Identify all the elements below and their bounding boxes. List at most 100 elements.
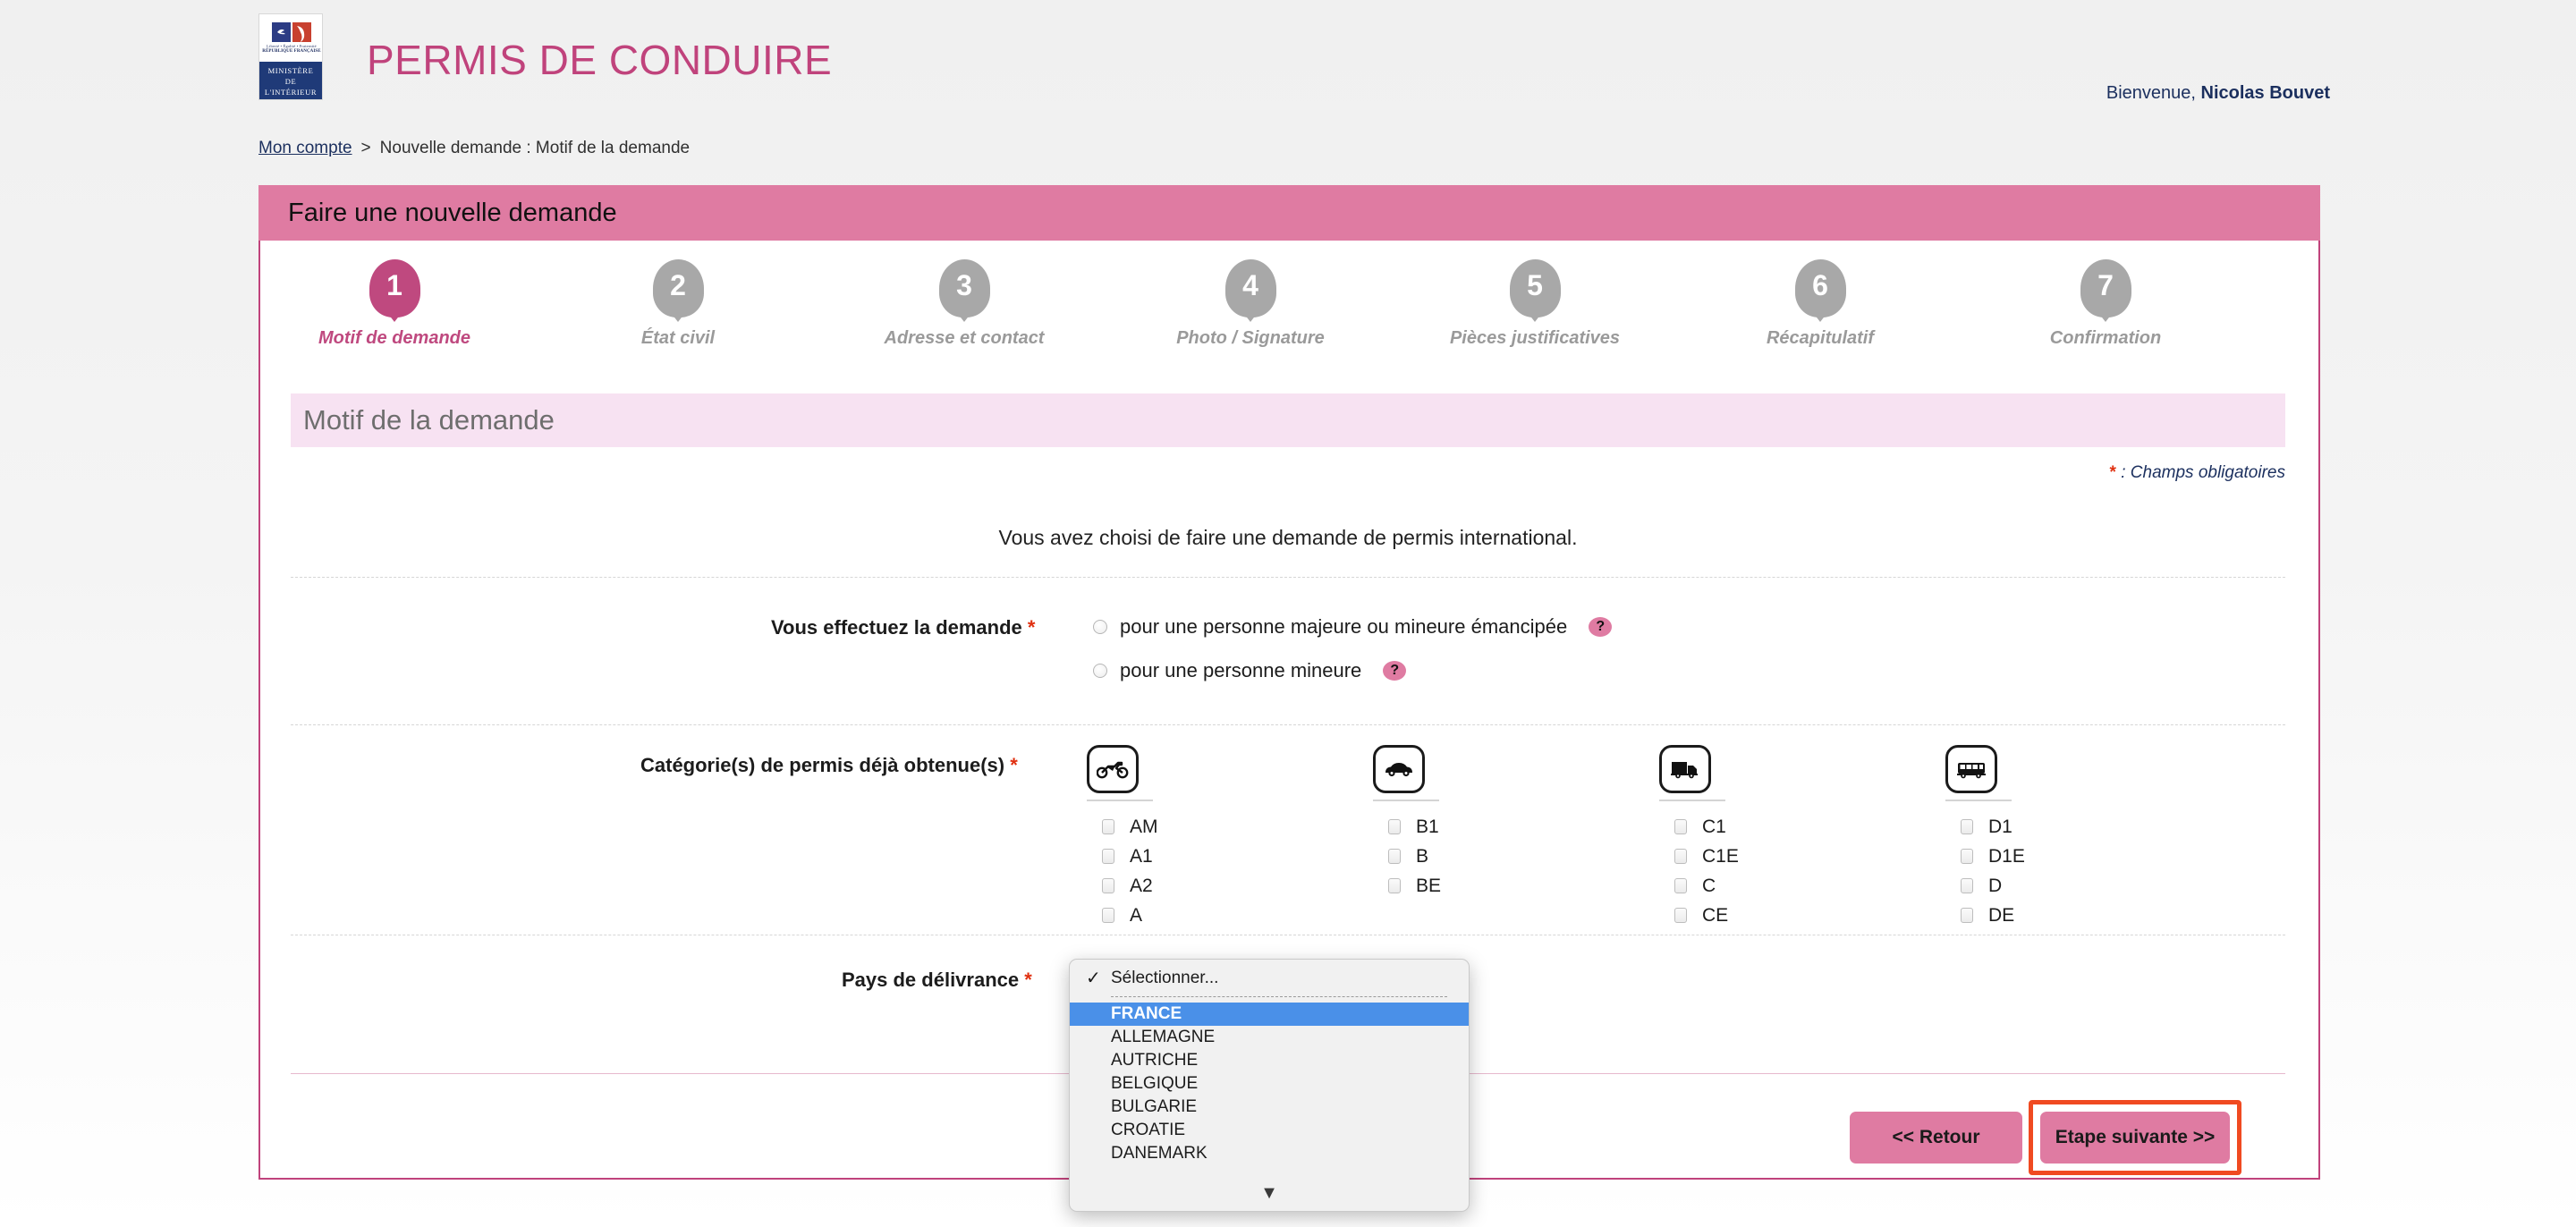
section-title: Motif de la demande xyxy=(291,393,2285,447)
car-icon-glyph xyxy=(1385,763,1412,777)
logo-ministry-line3: L'INTÉRIEUR xyxy=(264,88,318,97)
checkbox-label-d1e: D1E xyxy=(1988,845,2025,867)
checkbox-label-be: BE xyxy=(1416,875,1442,896)
checkbox-label-c1e: C1E xyxy=(1702,845,1739,867)
option-allemagne[interactable]: ALLEMAGNE xyxy=(1070,1026,1469,1049)
categories-required-star: * xyxy=(1010,754,1018,776)
option-bulgarie[interactable]: BULGARIE xyxy=(1070,1096,1469,1119)
checkbox-row-b[interactable]: B xyxy=(1373,842,1597,871)
checkbox-row-b1[interactable]: B1 xyxy=(1373,812,1597,842)
step-1[interactable]: 1 Motif de demande xyxy=(260,259,529,349)
checkbox-label-c: C xyxy=(1702,875,1716,896)
divider-1 xyxy=(291,577,2285,578)
checkbox-label-ce: CE xyxy=(1702,904,1729,926)
checkbox-c[interactable] xyxy=(1674,878,1687,893)
pays-label-text: Pays de délivrance xyxy=(842,969,1020,991)
radio-mineure-input[interactable] xyxy=(1093,664,1107,678)
checkbox-d[interactable] xyxy=(1961,878,1973,893)
logo-motto-text: Liberté • Égalité • Fraternité xyxy=(267,44,317,48)
help-icon-mineure[interactable]: ? xyxy=(1383,661,1407,681)
step-2-label: État civil xyxy=(640,328,716,348)
checkbox-c1[interactable] xyxy=(1674,819,1687,834)
categories-label: Catégorie(s) de permis déjà obtenue(s) * xyxy=(640,754,1018,777)
step-6[interactable]: 6 Récapitulatif xyxy=(1686,259,1954,349)
checkbox-c1e[interactable] xyxy=(1674,849,1687,864)
checkbox-a[interactable] xyxy=(1102,908,1114,923)
checkbox-label-am: AM xyxy=(1130,816,1158,837)
checkbox-ce[interactable] xyxy=(1674,908,1687,923)
checkbox-row-a1[interactable]: A1 xyxy=(1087,842,1310,871)
checkbox-b1[interactable] xyxy=(1388,819,1401,834)
step-3-number: 3 xyxy=(938,259,990,317)
site-header: Liberté • Égalité • Fraternité RÉPUBLIQU… xyxy=(0,0,2576,136)
step-2-number: 2 xyxy=(652,259,704,317)
step-4[interactable]: 4 Photo / Signature xyxy=(1116,259,1385,349)
logo-republic-text: RÉPUBLIQUE FRANÇAISE xyxy=(262,49,321,54)
checkbox-a2[interactable] xyxy=(1102,878,1114,893)
step-5[interactable]: 5 Pièces justificatives xyxy=(1401,259,1669,349)
checkbox-row-am[interactable]: AM xyxy=(1087,812,1310,842)
option-belgique[interactable]: BELGIQUE xyxy=(1070,1072,1469,1096)
option-placeholder[interactable]: ✓ Sélectionner... xyxy=(1070,967,1469,990)
checkbox-row-a2[interactable]: A2 xyxy=(1087,871,1310,901)
back-button[interactable]: << Retour xyxy=(1850,1112,2022,1164)
step-7-number: 7 xyxy=(2080,259,2131,317)
step-indicator: 1 Motif de demande 2 État civil 3 Adress… xyxy=(260,259,2318,367)
demande-required-star: * xyxy=(1027,616,1036,639)
demande-question-text: Vous effectuez la demande xyxy=(771,616,1022,639)
checkbox-row-de[interactable]: DE xyxy=(1945,901,2169,930)
step-5-number: 5 xyxy=(1509,259,1561,317)
step-5-label: Pièces justificatives xyxy=(1449,328,1621,348)
motorcycle-icon-glyph xyxy=(1097,761,1129,779)
checkbox-row-a[interactable]: A xyxy=(1087,901,1310,930)
breadcrumb-link-mon-compte[interactable]: Mon compte xyxy=(258,139,352,157)
required-star: * xyxy=(2109,463,2116,482)
checkbox-row-d1[interactable]: D1 xyxy=(1945,812,2169,842)
option-autriche[interactable]: AUTRICHE xyxy=(1070,1049,1469,1072)
checkbox-row-c1[interactable]: C1 xyxy=(1659,812,1883,842)
checkbox-row-ce[interactable]: CE xyxy=(1659,901,1883,930)
checkbox-be[interactable] xyxy=(1388,878,1401,893)
step-3[interactable]: 3 Adresse et contact xyxy=(830,259,1098,349)
required-fields-note: * : Champs obligatoires xyxy=(2110,463,2285,483)
checkbox-label-b: B xyxy=(1416,845,1429,867)
checkbox-row-c[interactable]: C xyxy=(1659,871,1883,901)
checkbox-label-a1: A1 xyxy=(1130,845,1153,867)
checkbox-row-d1e[interactable]: D1E xyxy=(1945,842,2169,871)
checkbox-row-c1e[interactable]: C1E xyxy=(1659,842,1883,871)
checkbox-row-d[interactable]: D xyxy=(1945,871,2169,901)
option-france[interactable]: FRANCE xyxy=(1070,1003,1469,1026)
pays-select-dropdown[interactable]: ✓ Sélectionner... FRANCE ALLEMAGNE AUTRIC… xyxy=(1069,959,1470,1212)
step-2[interactable]: 2 État civil xyxy=(544,259,812,349)
option-placeholder-label: Sélectionner... xyxy=(1111,969,1219,987)
radio-option-mineure[interactable]: pour une personne mineure? xyxy=(1093,659,1407,682)
checkbox-de[interactable] xyxy=(1961,908,1973,923)
checkbox-row-be[interactable]: BE xyxy=(1373,871,1597,901)
step-3-label: Adresse et contact xyxy=(884,328,1045,348)
breadcrumb: Mon compte > Nouvelle demande : Motif de l… xyxy=(258,139,690,158)
radio-option-majeure[interactable]: pour une personne majeure ou mineure éma… xyxy=(1093,615,1613,639)
checkbox-d1e[interactable] xyxy=(1961,849,1973,864)
checkbox-label-c1: C1 xyxy=(1702,816,1726,837)
welcome-username: Nicolas Bouvet xyxy=(2200,83,2330,103)
checkbox-label-a: A xyxy=(1130,904,1143,926)
checkbox-d1[interactable] xyxy=(1961,819,1973,834)
motorcycle-icon xyxy=(1087,745,1139,793)
checkbox-b[interactable] xyxy=(1388,849,1401,864)
help-icon-majeure[interactable]: ? xyxy=(1589,617,1613,637)
category-group-voiture: B1 B BE xyxy=(1373,745,1597,901)
step-7[interactable]: 7 Confirmation xyxy=(1971,259,2240,349)
option-croatie[interactable]: CROATIE xyxy=(1070,1119,1469,1142)
checkbox-a1[interactable] xyxy=(1102,849,1114,864)
next-step-button[interactable]: Etape suivante >> xyxy=(2040,1112,2230,1164)
radio-majeure-input[interactable] xyxy=(1093,620,1107,634)
radio-majeure-label: pour une personne majeure ou mineure éma… xyxy=(1120,615,1568,638)
checkbox-am[interactable] xyxy=(1102,819,1114,834)
logo-motto: Liberté • Égalité • Fraternité RÉPUBLIQU… xyxy=(259,44,322,55)
intro-text: Vous avez choisi de faire une demande de… xyxy=(998,526,1578,549)
welcome-message: Bienvenue, Nicolas Bouvet xyxy=(2106,83,2330,104)
step-6-label: Récapitulatif xyxy=(1766,328,1875,348)
scroll-down-arrow-icon[interactable]: ▼ xyxy=(1070,1183,1469,1204)
option-danemark[interactable]: DANEMARK xyxy=(1070,1142,1469,1165)
truck-icon-glyph xyxy=(1671,762,1698,779)
